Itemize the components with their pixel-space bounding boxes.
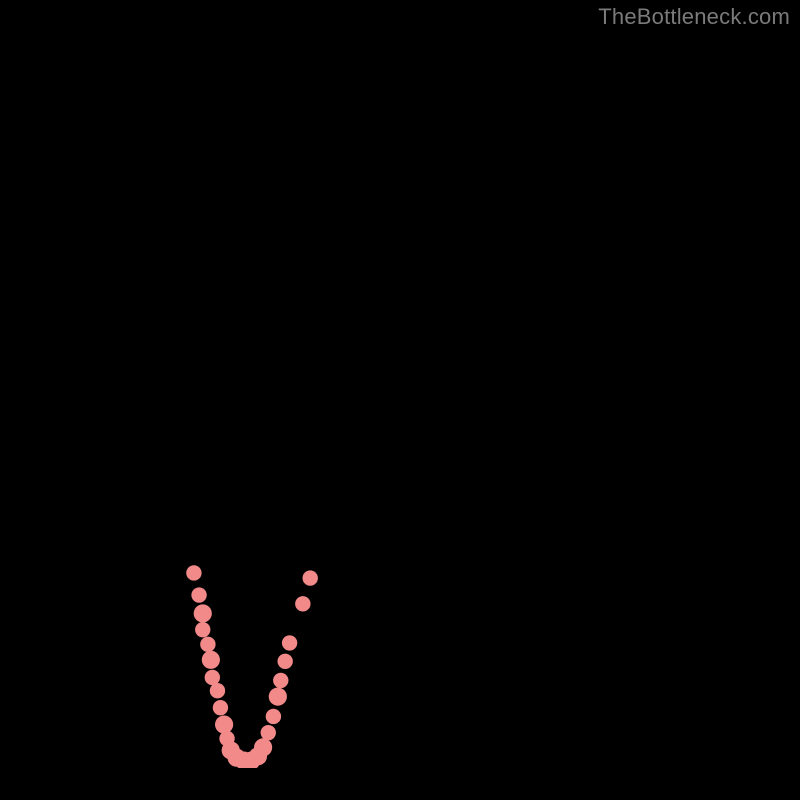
scatter-point [273,673,288,688]
scatter-point [202,651,220,669]
scatter-point [195,622,210,637]
scatter-point [200,637,215,652]
chart-frame: TheBottleneck.com [0,0,800,800]
scatter-point [205,670,220,685]
scatter-point [269,688,287,706]
scatter-point [210,683,225,698]
scatter-point [277,654,292,669]
scatter-point [266,709,281,724]
scatter-point [215,715,233,733]
plot-area [32,32,768,768]
scatter-point [186,565,201,580]
scatter-point [282,635,297,650]
scatter-point [191,587,206,602]
scatter-point [303,570,318,585]
scatter-point [254,738,272,756]
watermark-text: TheBottleneck.com [598,4,790,30]
chart-svg [32,32,768,768]
scatter-group [186,565,318,768]
curve-group [76,32,768,765]
bottleneck-curve [76,32,768,765]
scatter-point [261,725,276,740]
scatter-point [295,596,310,611]
scatter-point [213,700,228,715]
scatter-point [194,604,212,622]
